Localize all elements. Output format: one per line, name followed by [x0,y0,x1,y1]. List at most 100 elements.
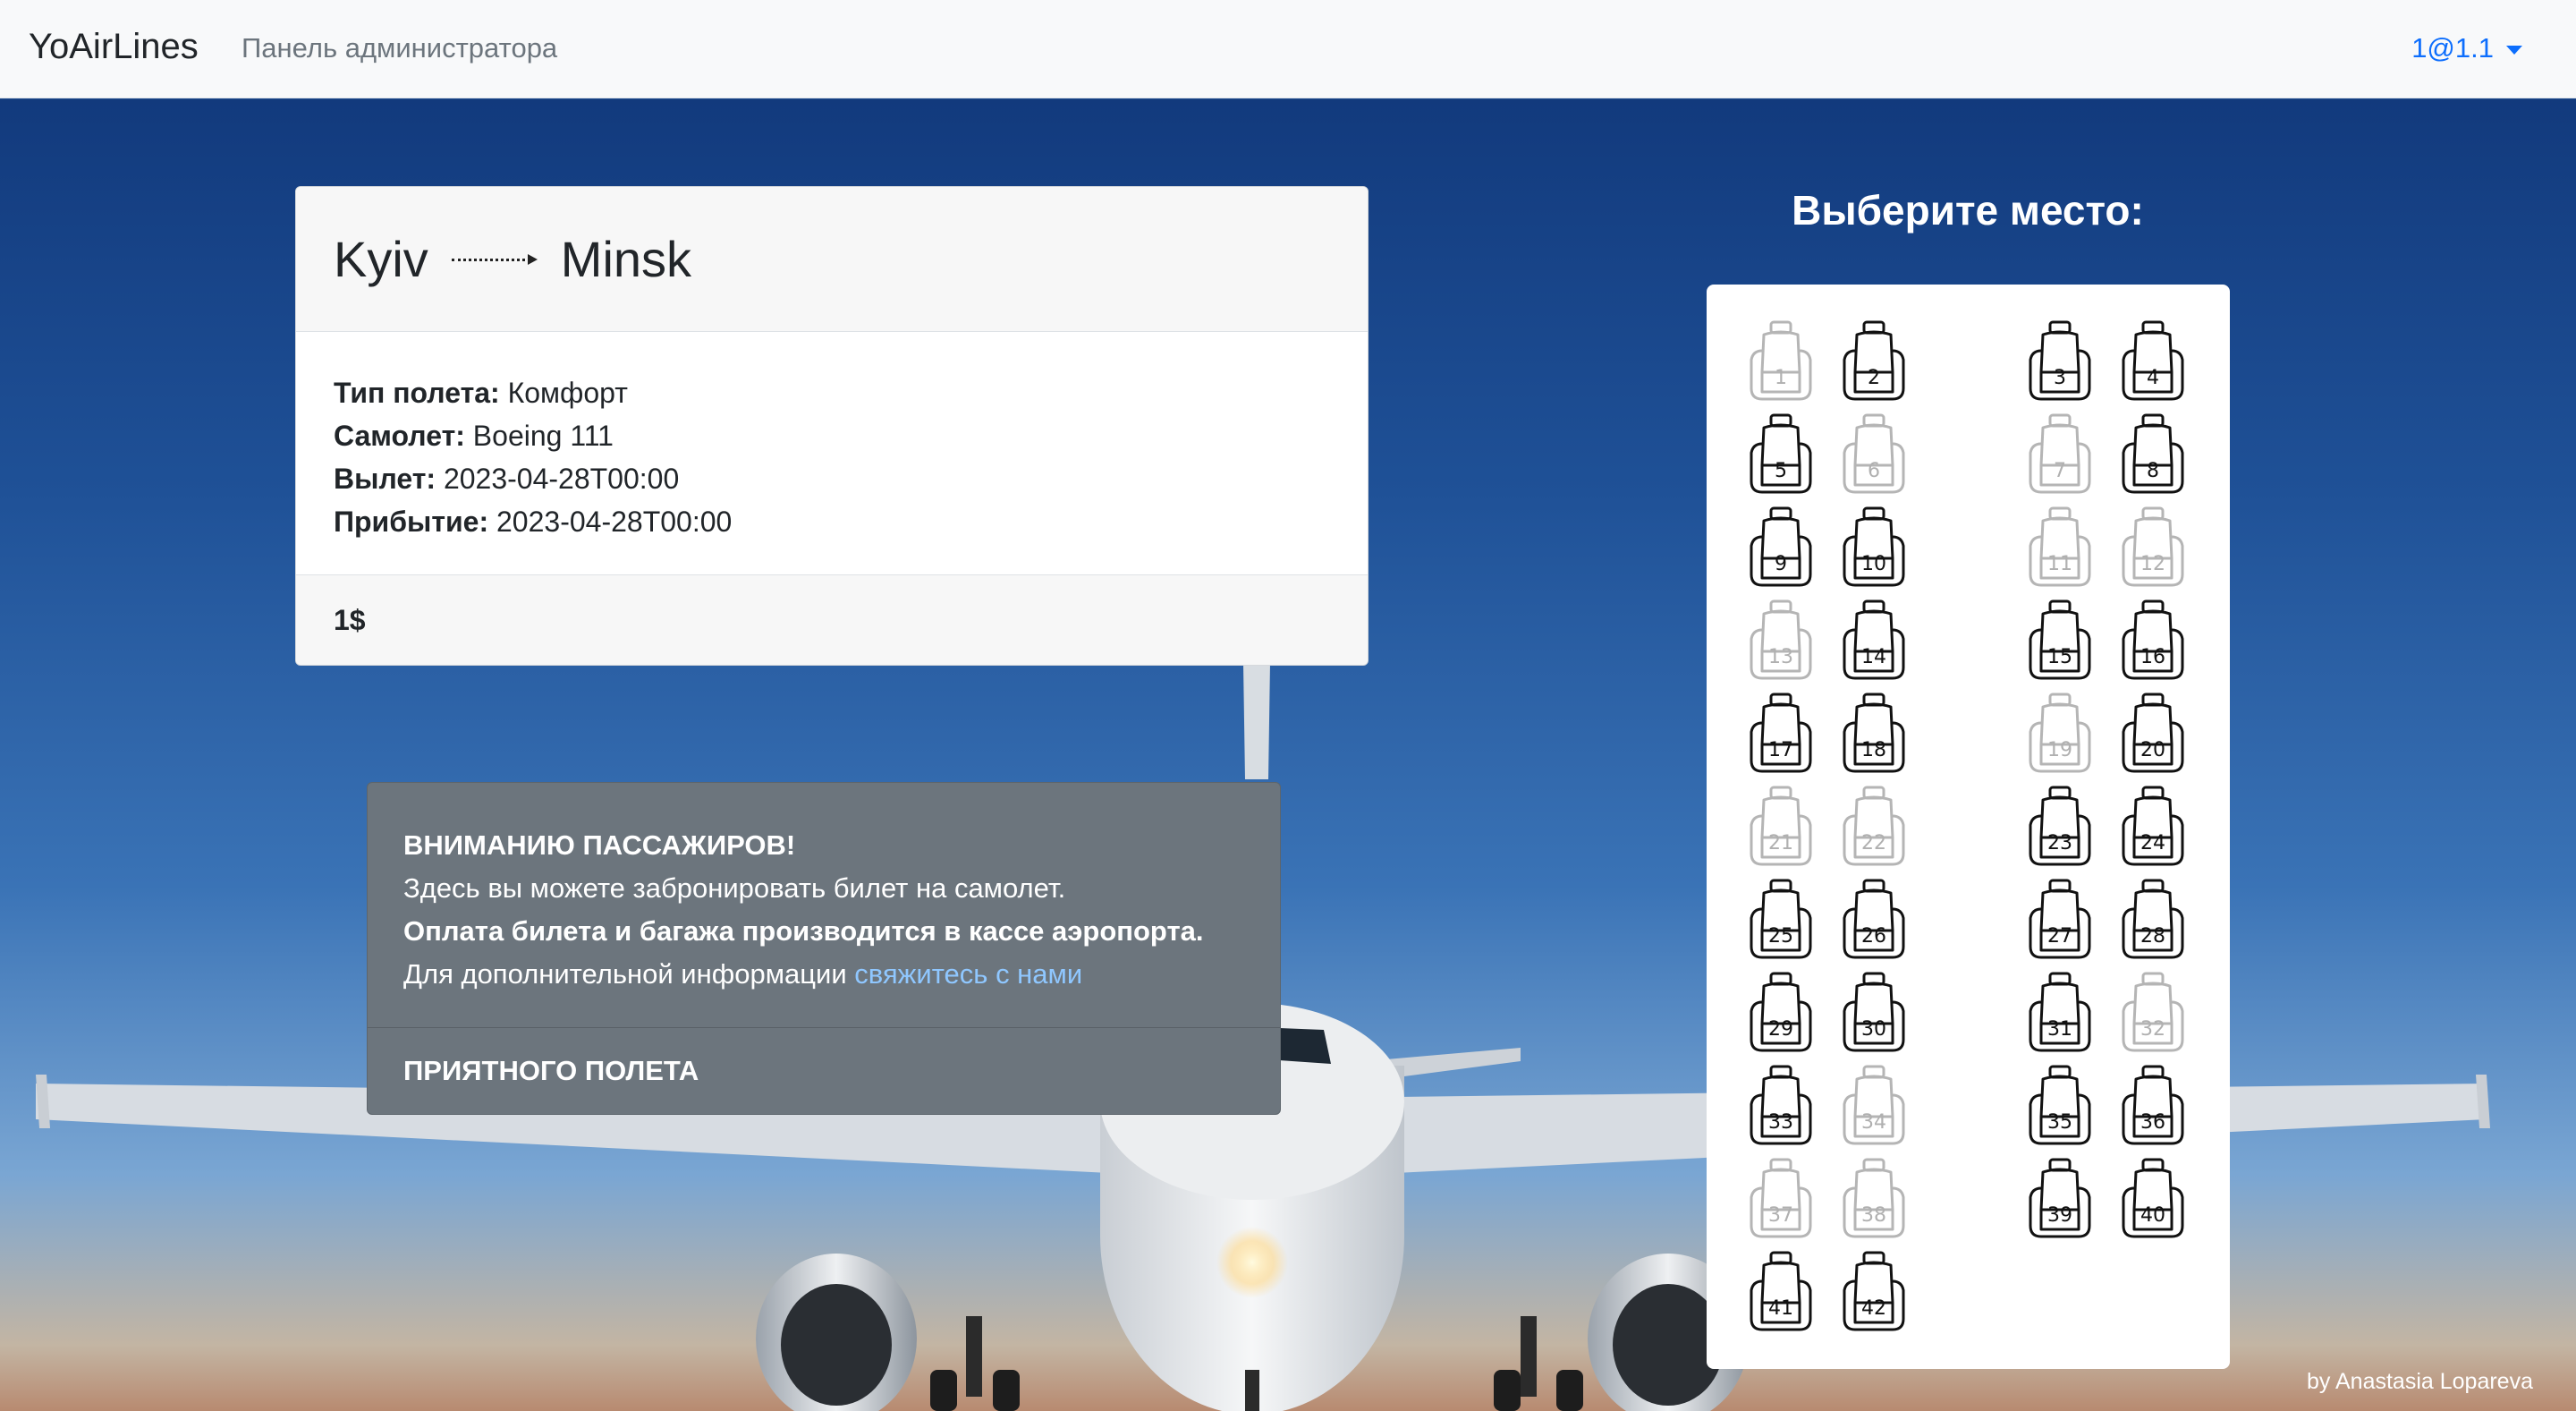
seat-number: 17 [1768,739,1793,761]
seat-40[interactable]: 40 [2118,1156,2188,1245]
seat-icon [2029,1158,2091,1238]
seat-35[interactable]: 35 [2025,1063,2095,1152]
seat-33[interactable]: 33 [1746,1063,1816,1152]
brand-link[interactable]: YoAirLines [29,27,199,67]
seat-number: 41 [1768,1297,1793,1320]
seat-5[interactable]: 5 [1746,412,1816,501]
seat-map-panel: 1 2 3 4 5 6 7 8 9 10 11 12 13 14 15 16 17 18 19 20 21 22 23 24 2… [1707,285,2230,1369]
departure-label: Вылет: [334,463,436,495]
arrival-value: 2023-04-28T00:00 [496,506,733,538]
seat-icon [1750,693,1812,773]
seat-14[interactable]: 14 [1839,598,1909,687]
seat-4[interactable]: 4 [2118,319,2188,408]
seat-41[interactable]: 41 [1746,1249,1816,1339]
seat-icon [1750,786,1812,866]
seat-number: 22 [1861,832,1886,854]
seat-42[interactable]: 42 [1839,1249,1909,1339]
seat-icon [2029,879,2091,959]
seat-29[interactable]: 29 [1746,970,1816,1059]
seat-38[interactable]: 38 [1839,1156,1909,1245]
seat-16[interactable]: 16 [2118,598,2188,687]
seat-map-title: Выберите место: [1792,187,2144,234]
seat-number: 4 [2147,367,2159,389]
seat-39[interactable]: 39 [2025,1156,2095,1245]
admin-panel-link[interactable]: Панель администратора [242,32,557,64]
seat-number: 40 [2140,1204,2165,1227]
seat-icon [1750,1251,1812,1331]
seat-icon [2122,599,2184,680]
seat-9[interactable]: 9 [1746,505,1816,594]
seat-icon [2122,413,2184,494]
flight-price: 1$ [296,575,1368,665]
seat-number: 3 [2054,367,2066,389]
seat-31[interactable]: 31 [2025,970,2095,1059]
plane-row: Самолет: Boeing 111 [334,414,1330,457]
flight-details: Тип полета: Комфорт Самолет: Boeing 111 … [296,332,1368,575]
seat-8[interactable]: 8 [2118,412,2188,501]
seat-27[interactable]: 27 [2025,877,2095,966]
seat-number: 9 [1775,553,1787,575]
seat-10[interactable]: 10 [1839,505,1909,594]
seat-number: 38 [1861,1204,1886,1227]
seat-21[interactable]: 21 [1746,784,1816,873]
seat-number: 20 [2140,739,2165,761]
notice-line-payment: Оплата билета и багажа производится в ка… [403,915,1204,947]
seat-icon [2122,1158,2184,1238]
seat-30[interactable]: 30 [1839,970,1909,1059]
seat-12[interactable]: 12 [2118,505,2188,594]
seat-icon [2029,413,2091,494]
seat-18[interactable]: 18 [1839,691,1909,780]
seat-36[interactable]: 36 [2118,1063,2188,1152]
seat-icon [2029,1065,2091,1145]
user-dropdown[interactable]: 1@1.1 [2411,32,2522,64]
origin-city: Kyiv [334,231,428,287]
notice-title: ВНИМАНИЮ ПАССАЖИРОВ! [403,829,796,861]
seat-25[interactable]: 25 [1746,877,1816,966]
departure-value: 2023-04-28T00:00 [443,463,680,495]
seat-number: 21 [1768,832,1793,854]
seat-icon [1843,506,1905,587]
seat-15[interactable]: 15 [2025,598,2095,687]
plane-label: Самолет: [334,420,465,452]
seat-37[interactable]: 37 [1746,1156,1816,1245]
seat-number: 39 [2047,1204,2072,1227]
passenger-notice: ВНИМАНИЮ ПАССАЖИРОВ! Здесь вы можете заб… [367,782,1281,1115]
seat-13[interactable]: 13 [1746,598,1816,687]
seat-17[interactable]: 17 [1746,691,1816,780]
seat-20[interactable]: 20 [2118,691,2188,780]
seat-icon [2122,693,2184,773]
seat-23[interactable]: 23 [2025,784,2095,873]
seat-2[interactable]: 2 [1839,319,1909,408]
seat-number: 36 [2140,1111,2165,1134]
seat-3[interactable]: 3 [2025,319,2095,408]
seat-26[interactable]: 26 [1839,877,1909,966]
seat-icon [1843,1251,1905,1331]
seat-icon [1750,972,1812,1052]
seat-icon [2029,972,2091,1052]
destination-city: Minsk [560,231,692,287]
seat-icon [2029,506,2091,587]
seat-19[interactable]: 19 [2025,691,2095,780]
contact-us-link[interactable]: свяжитесь с нами [854,958,1082,990]
seat-number: 1 [1775,367,1787,389]
seat-32[interactable]: 32 [2118,970,2188,1059]
flight-type-label: Тип полета: [334,377,500,409]
seat-1[interactable]: 1 [1746,319,1816,408]
seat-number: 12 [2140,553,2165,575]
seat-icon [1843,599,1905,680]
seat-number: 10 [1861,553,1886,575]
seat-24[interactable]: 24 [2118,784,2188,873]
seat-22[interactable]: 22 [1839,784,1909,873]
seat-number: 37 [1768,1204,1793,1227]
seat-icon [1843,320,1905,401]
seat-number: 2 [1868,367,1880,389]
seat-number: 25 [1768,925,1793,948]
seat-number: 23 [2047,832,2072,854]
seat-icon [1750,1158,1812,1238]
seat-11[interactable]: 11 [2025,505,2095,594]
seat-28[interactable]: 28 [2118,877,2188,966]
seat-6[interactable]: 6 [1839,412,1909,501]
seat-icon [1843,972,1905,1052]
seat-7[interactable]: 7 [2025,412,2095,501]
seat-34[interactable]: 34 [1839,1063,1909,1152]
